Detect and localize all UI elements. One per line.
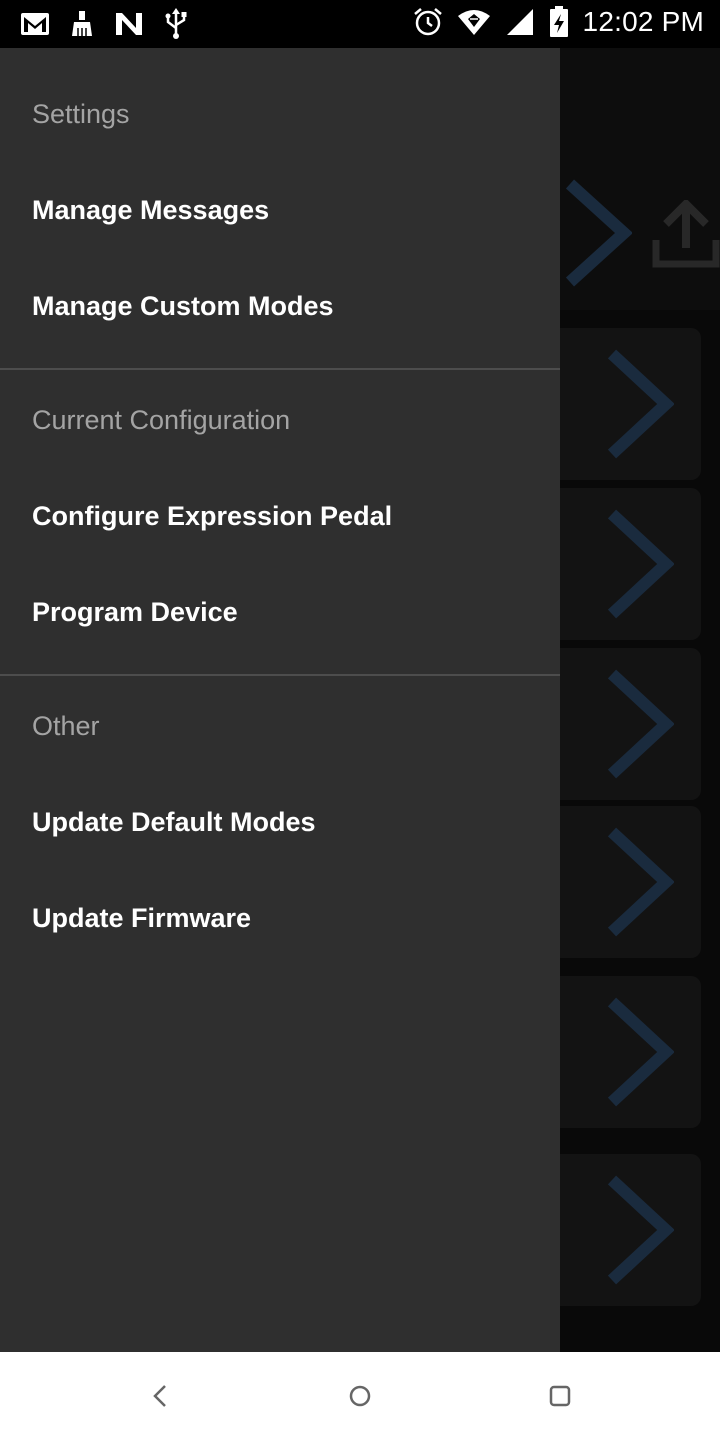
menu-item-manage-messages[interactable]: Manage Messages [0, 162, 560, 258]
menu-item-update-default-modes[interactable]: Update Default Modes [0, 774, 560, 870]
menu-item-label: Manage Messages [32, 195, 270, 225]
menu-item-label: Configure Expression Pedal [32, 501, 393, 531]
divider [0, 368, 560, 370]
divider [0, 674, 560, 676]
menu-item-update-firmware[interactable]: Update Firmware [0, 870, 560, 966]
usb-icon [164, 8, 188, 40]
menu-item-label: Manage Custom Modes [32, 291, 334, 321]
section-header-settings: Settings [32, 99, 130, 129]
signal-icon [505, 7, 535, 37]
menu-item-label: Update Firmware [32, 903, 252, 933]
section-header-other: Other [32, 711, 100, 741]
gmail-icon [20, 12, 50, 36]
alarm-icon [413, 7, 443, 37]
menu-item-program-device[interactable]: Program Device [0, 564, 560, 660]
menu-item-label: Program Device [32, 597, 238, 627]
back-button[interactable] [140, 1376, 180, 1416]
menu-item-configure-expression-pedal[interactable]: Configure Expression Pedal [0, 468, 560, 564]
status-time: 12:02 PM [582, 6, 704, 37]
cleaner-icon [70, 10, 94, 38]
recents-button[interactable] [540, 1376, 580, 1416]
home-button[interactable] [340, 1376, 380, 1416]
navigation-drawer: Settings Manage Messages Manage Custom M… [0, 48, 560, 1352]
status-bar: 12:02 PM [0, 0, 720, 48]
n-app-icon [114, 11, 144, 37]
section-header-current-configuration: Current Configuration [32, 405, 291, 435]
menu-item-label: Update Default Modes [32, 807, 316, 837]
screen: 12:02 PM Settings Manage Messages Manage… [0, 0, 720, 1440]
wifi-icon [457, 8, 491, 36]
menu-item-manage-custom-modes[interactable]: Manage Custom Modes [0, 258, 560, 354]
system-nav-bar [0, 1352, 720, 1440]
battery-charging-icon [549, 6, 569, 38]
